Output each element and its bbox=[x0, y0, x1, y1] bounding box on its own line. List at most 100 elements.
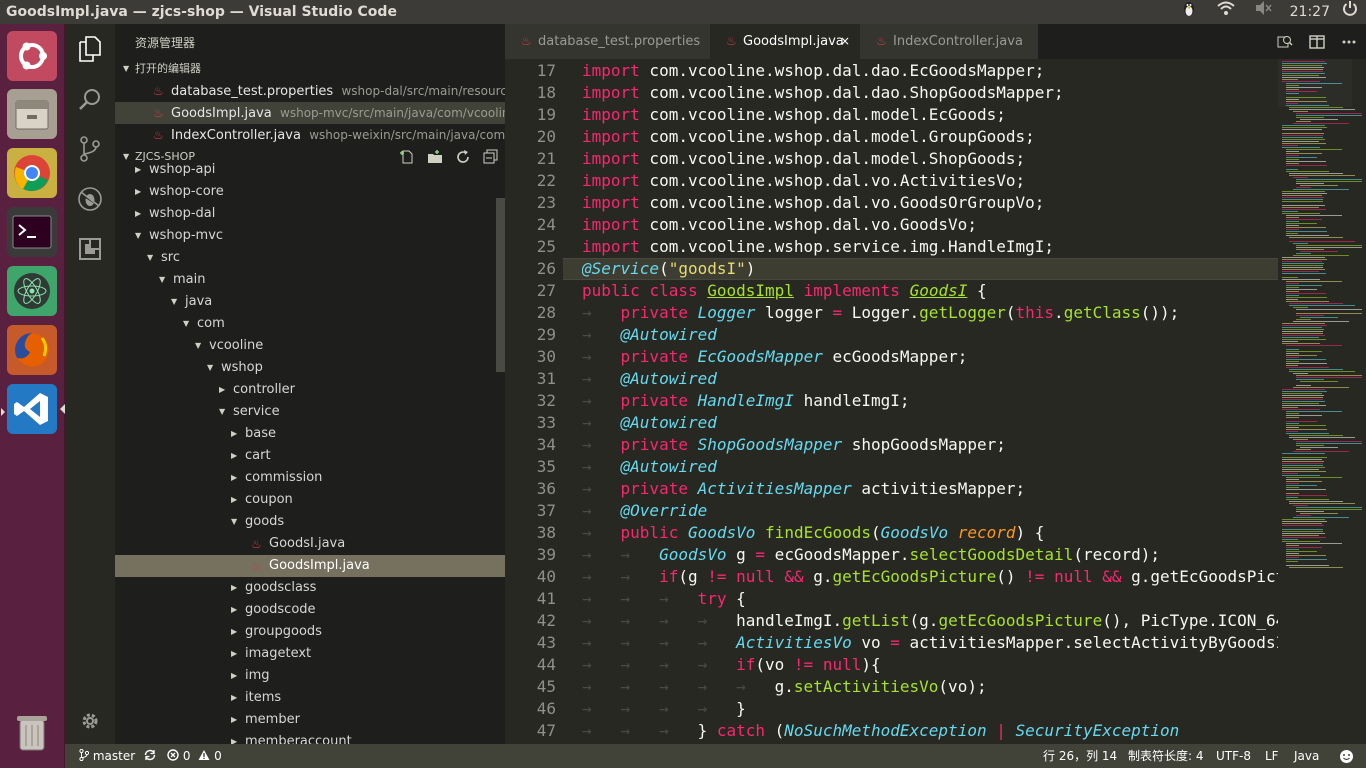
source-control-icon[interactable] bbox=[65, 124, 115, 174]
tree-folder[interactable]: ▼ wshop-mvc bbox=[115, 225, 505, 247]
search-icon[interactable] bbox=[65, 74, 115, 124]
firefox-icon[interactable] bbox=[7, 325, 57, 375]
chrome-icon[interactable] bbox=[7, 148, 57, 198]
code-line[interactable]: import com.vcooline.wshop.dal.vo.Activit… bbox=[582, 170, 1025, 192]
trash-icon[interactable] bbox=[7, 707, 57, 757]
code-line[interactable]: import com.vcooline.wshop.dal.dao.ShopGo… bbox=[582, 82, 1064, 104]
tree-file[interactable]: ♨ GoodsI.java bbox=[115, 533, 505, 555]
language-mode[interactable]: Java bbox=[1294, 744, 1319, 768]
tree-folder[interactable]: ▼ vcooline bbox=[115, 335, 505, 357]
tree-folder[interactable]: ▼ wshop bbox=[115, 357, 505, 379]
tree-folder[interactable]: ▶ img bbox=[115, 665, 505, 687]
volume-muted-icon[interactable] bbox=[1254, 0, 1272, 24]
split-editor-icon[interactable] bbox=[1302, 24, 1332, 59]
clock[interactable]: 21:27 bbox=[1290, 0, 1330, 24]
tree-folder[interactable]: ▶ member bbox=[115, 709, 505, 731]
tree-folder[interactable]: ▶ items bbox=[115, 687, 505, 709]
tree-folder[interactable]: ▶ imagetext bbox=[115, 643, 505, 665]
tree-folder[interactable]: ▶ goodscode bbox=[115, 599, 505, 621]
tree-folder[interactable]: ▶ groupgoods bbox=[115, 621, 505, 643]
code-line[interactable]: → @Autowired bbox=[582, 456, 717, 478]
code-line[interactable]: → private ShopGoodsMapper shopGoodsMappe… bbox=[582, 434, 1006, 456]
code-line[interactable]: → → → → → g.setActivitiesVo(vo); bbox=[582, 676, 987, 698]
tree-folder[interactable]: ▶ controller bbox=[115, 379, 505, 401]
code-editor[interactable]: 17 18 19 20 21 22 23 24 25 26 27 28 29 30 31 32 33 34 35 36… bbox=[505, 59, 1366, 744]
open-changes-icon[interactable] bbox=[1270, 24, 1300, 59]
code-line[interactable]: → → → try { bbox=[582, 588, 746, 610]
open-editor-item[interactable]: ♨ database_test.properties wshop-dal/src… bbox=[115, 80, 505, 102]
line-ending[interactable]: LF bbox=[1265, 744, 1279, 768]
code-line[interactable]: → → → → if(vo != null){ bbox=[582, 654, 881, 676]
code-line[interactable]: import com.vcooline.wshop.dal.model.Grou… bbox=[582, 126, 1035, 148]
tree-folder[interactable]: ▶ goodsclass bbox=[115, 577, 505, 599]
code-line[interactable]: → private HandleImgI handleImgI; bbox=[582, 390, 910, 412]
files-icon[interactable] bbox=[7, 89, 57, 139]
code-line[interactable]: import com.vcooline.wshop.dal.vo.GoodsOr… bbox=[582, 192, 1044, 214]
code-line[interactable]: public class GoodsImpl implements GoodsI… bbox=[582, 280, 987, 302]
tree-folder[interactable]: ▼ src bbox=[115, 247, 505, 269]
code-line[interactable]: → private Logger logger = Logger.getLogg… bbox=[582, 302, 1179, 324]
tree-folder[interactable]: ▶ commission bbox=[115, 467, 505, 489]
code-line[interactable]: → → → → ActivitiesVo vo = activitiesMapp… bbox=[582, 632, 1278, 654]
tree-file[interactable]: ♨ GoodsImpl.java bbox=[115, 555, 505, 577]
code-line[interactable]: → @Autowired bbox=[582, 412, 717, 434]
extensions-icon[interactable] bbox=[65, 224, 115, 274]
close-icon[interactable]: × bbox=[840, 24, 850, 59]
code-line[interactable]: import com.vcooline.wshop.dal.model.Shop… bbox=[582, 148, 1025, 170]
code-line[interactable]: import com.vcooline.wshop.dal.vo.GoodsVo… bbox=[582, 214, 977, 236]
code-line[interactable]: → private ActivitiesMapper activitiesMap… bbox=[582, 478, 1025, 500]
tree-folder[interactable]: ▼ main bbox=[115, 269, 505, 291]
encoding[interactable]: UTF-8 bbox=[1216, 744, 1251, 768]
vscode-icon[interactable] bbox=[7, 384, 57, 434]
code-line[interactable]: → → → → handleImgI.getList(g.getEcGoodsP… bbox=[582, 610, 1278, 632]
minimap[interactable] bbox=[1278, 59, 1366, 744]
code-line[interactable]: import com.vcooline.wshop.dal.dao.EcGood… bbox=[582, 60, 1044, 82]
gear-icon[interactable] bbox=[65, 696, 115, 746]
code-line[interactable]: → → GoodsVo g = ecGoodsMapper.selectGood… bbox=[582, 544, 1160, 566]
feedback-smiley-icon[interactable] bbox=[1339, 748, 1354, 768]
tree-folder[interactable]: ▼ goods bbox=[115, 511, 505, 533]
open-editors-section[interactable]: ▼ 打开的编辑器 bbox=[115, 58, 505, 80]
explorer-icon[interactable] bbox=[65, 24, 115, 74]
code-line[interactable]: @Service("goodsI") bbox=[582, 258, 755, 280]
cursor-position[interactable]: 行 26，列 14 bbox=[1043, 744, 1117, 768]
tree-folder[interactable]: ▶ wshop-api bbox=[115, 159, 505, 181]
tree-folder[interactable]: ▶ wshop-dal bbox=[115, 203, 505, 225]
debug-icon[interactable] bbox=[65, 174, 115, 224]
code-line[interactable]: → @Autowired bbox=[582, 368, 717, 390]
terminal-icon[interactable] bbox=[7, 207, 57, 257]
code-line[interactable]: → @Override bbox=[582, 500, 707, 522]
tree-folder[interactable]: ▼ service bbox=[115, 401, 505, 423]
tree-folder[interactable]: ▼ com bbox=[115, 313, 505, 335]
tree-folder[interactable]: ▶ cart bbox=[115, 445, 505, 467]
more-actions-icon[interactable] bbox=[1334, 24, 1364, 59]
code-line[interactable]: → → → → } bbox=[582, 698, 746, 720]
ubuntu-dash-icon[interactable] bbox=[7, 31, 57, 81]
tree-folder[interactable]: ▶ coupon bbox=[115, 489, 505, 511]
code-line[interactable]: → @Autowired bbox=[582, 324, 717, 346]
code-line[interactable]: → private EcGoodsMapper ecGoodsMapper; bbox=[582, 346, 967, 368]
power-icon[interactable] bbox=[1342, 0, 1358, 24]
open-editor-item[interactable]: ♨ GoodsImpl.java wshop-mvc/src/main/java… bbox=[115, 102, 505, 124]
code-area[interactable]: import com.vcooline.wshop.dal.dao.EcGood… bbox=[582, 59, 1278, 744]
indentation[interactable]: 制表符长度: 4 bbox=[1128, 744, 1204, 768]
tree-folder[interactable]: ▶ wshop-core bbox=[115, 181, 505, 203]
tree-folder[interactable]: ▶ memberaccount bbox=[115, 731, 505, 744]
sync-icon[interactable] bbox=[143, 744, 157, 768]
git-branch[interactable]: master bbox=[79, 744, 135, 768]
tux-icon[interactable] bbox=[1180, 0, 1198, 25]
problems-indicator[interactable]: 0 0 bbox=[167, 744, 222, 768]
code-line[interactable]: → → if(g != null && g.getEcGoodsPicture(… bbox=[582, 566, 1278, 588]
atom-icon[interactable] bbox=[7, 266, 57, 316]
tab-indexcontroller-java[interactable]: ♨ IndexController.java bbox=[860, 24, 1038, 59]
code-line[interactable]: import com.vcooline.wshop.dal.model.EcGo… bbox=[582, 104, 1006, 126]
tree-folder[interactable]: ▼ java bbox=[115, 291, 505, 313]
sidebar-scrollbar[interactable] bbox=[496, 198, 505, 372]
code-line[interactable]: → → → } catch (NoSuchMethodException | S… bbox=[582, 720, 1179, 742]
wifi-icon[interactable] bbox=[1216, 0, 1236, 24]
tab-goodsimpl-java[interactable]: ♨ GoodsImpl.java × bbox=[710, 24, 860, 59]
tab-database-test-properties[interactable]: ♨ database_test.properties bbox=[505, 24, 710, 59]
open-editor-item[interactable]: ♨ IndexController.java wshop-weixin/src/… bbox=[115, 124, 505, 146]
code-line[interactable]: → public GoodsVo findEcGoods(GoodsVo rec… bbox=[582, 522, 1044, 544]
tree-folder[interactable]: ▶ base bbox=[115, 423, 505, 445]
